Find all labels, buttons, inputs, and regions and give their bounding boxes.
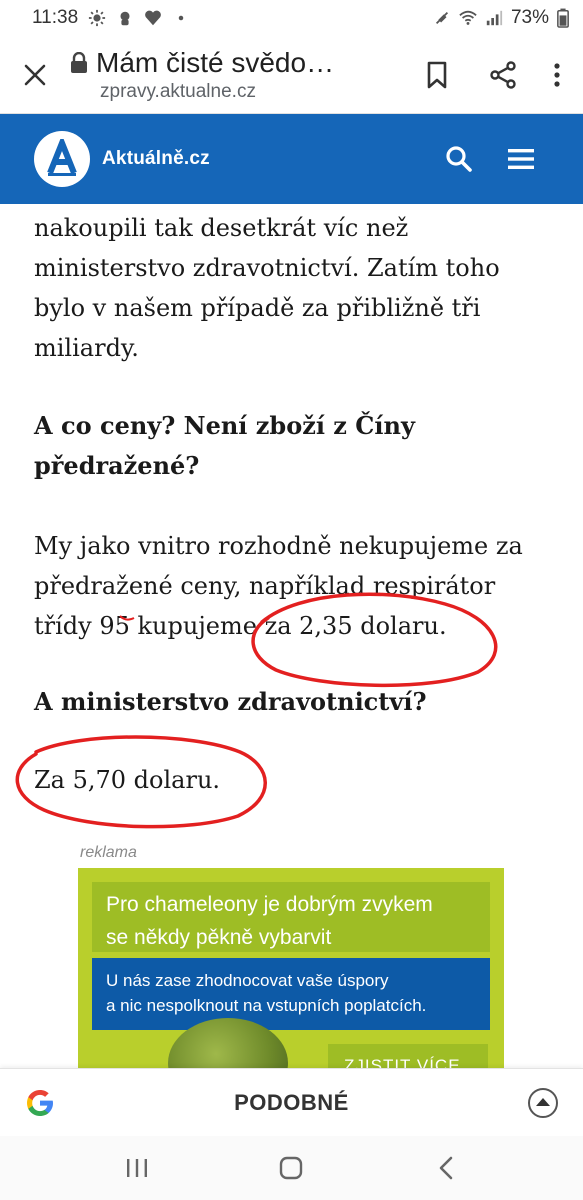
settings-icon [120, 11, 130, 26]
home-icon [280, 1156, 303, 1180]
red-circle-annotation-price-1 [251, 592, 498, 688]
text-line: Pro chameleony je dobrým zvykem [106, 893, 433, 916]
google-g-icon [27, 1089, 53, 1116]
recent-apps-button[interactable] [107, 1138, 167, 1198]
ad-cta-button[interactable]: ZJISTIT VÍCE [328, 1044, 488, 1068]
close-icon [24, 64, 46, 85]
red-circle-annotation-price-2 [15, 735, 267, 829]
expand-related-button[interactable] [503, 1087, 583, 1119]
chevron-up-icon [528, 1087, 558, 1118]
dot-icon [178, 15, 184, 21]
red-scribble-mark [119, 615, 135, 621]
page-url[interactable]: zpravy.aktualne.cz [100, 81, 415, 103]
site-brand[interactable]: Aktuálně.cz [102, 148, 210, 170]
home-button[interactable] [261, 1138, 321, 1198]
header-actions [445, 145, 583, 173]
ad-subline: U nás zase zhodnocovat vaše úspory a nic… [92, 958, 490, 1030]
status-bar: 11:38 73% [0, 0, 583, 36]
close-tab-button[interactable] [0, 36, 70, 114]
tab-actions [415, 53, 583, 97]
site-logo[interactable] [34, 131, 90, 187]
text-line: a nic nespolknout na vstupních poplatcíc… [106, 996, 427, 1015]
text-line: U nás zase zhodnocovat vaše úspory [106, 971, 389, 990]
ad-label: reklama [80, 844, 137, 861]
text-line: se někdy pěkně vybarvit [106, 926, 332, 949]
aktualne-logo-icon [47, 139, 77, 176]
lock-icon [71, 51, 87, 73]
wifi-icon [459, 10, 477, 25]
status-right: 73% [433, 7, 569, 29]
related-label[interactable]: PODOBNÉ [80, 1090, 503, 1116]
mute-icon [435, 11, 449, 25]
google-logo [0, 1087, 80, 1119]
back-button[interactable] [416, 1138, 476, 1198]
advertisement-banner[interactable]: Pro chameleony je dobrým zvykem se někdy… [78, 868, 504, 1068]
bookmark-button[interactable] [415, 53, 459, 97]
page-title: Mám čisté svědo… [96, 46, 335, 78]
sun-icon [89, 9, 106, 27]
search-icon[interactable] [445, 145, 473, 173]
hamburger-menu-icon[interactable] [507, 147, 535, 171]
recent-apps-icon [127, 1159, 148, 1177]
bookmark-icon [427, 61, 447, 88]
battery-icon [557, 8, 569, 28]
heart-icon [145, 10, 161, 26]
ad-headline: Pro chameleony je dobrým zvykem se někdy… [92, 882, 490, 952]
signal-icon [486, 10, 503, 26]
site-header: Aktuálně.cz [0, 114, 583, 204]
more-vertical-icon [554, 62, 560, 87]
google-related-bar[interactable]: PODOBNÉ [0, 1068, 583, 1136]
system-navigation-bar [0, 1136, 583, 1200]
status-time: 11:38 [32, 7, 79, 28]
share-button[interactable] [481, 53, 525, 97]
article-body: nakoupili tak desetkrát víc než minister… [0, 204, 583, 1068]
share-icon [490, 60, 516, 89]
tab-title-block: Mám čisté svědo… zpravy.aktualne.cz [70, 47, 415, 103]
browser-toolbar: Mám čisté svědo… zpravy.aktualne.cz [0, 36, 583, 114]
battery-percent: 73% [510, 7, 549, 28]
status-left: 11:38 [32, 7, 190, 29]
back-icon [439, 1156, 453, 1180]
more-options-button[interactable] [547, 53, 567, 97]
